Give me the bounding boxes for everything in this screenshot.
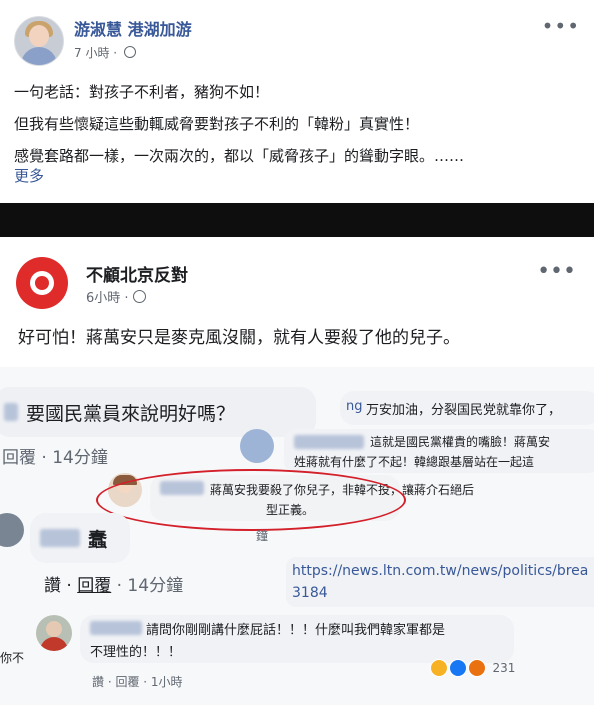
like-reaction-icon <box>448 659 467 677</box>
wow-reaction-icon <box>467 659 486 677</box>
link-preview: https://news.ltn.com.tw/news/politics/br… <box>286 557 594 607</box>
link-url: https://news.ltn.com.tw/news/politics/br… <box>292 563 589 579</box>
commenter-avatar <box>36 615 72 651</box>
attached-screenshot[interactable]: 不顧北京反對 6小時 · ••• 好可怕！蔣萬安只是麥克風沒關，就有人要殺了他的… <box>0 237 594 705</box>
commenter-avatar <box>0 513 24 547</box>
shared-post-card: 不顧北京反對 6小時 · ••• 好可怕！蔣萬安只是麥克風沒關，就有人要殺了他的… <box>0 237 594 367</box>
comment-meta: 讚 · 回覆 · 14分鐘 <box>44 576 184 596</box>
comment-bubble: 這就是國民黨權貴的嘴臉！蔣萬安 姓蔣就有什麼了不起！韓總跟基層站在一起這 <box>284 429 594 473</box>
post-time[interactable]: 7 小時 · <box>74 46 117 60</box>
post-timestamp[interactable]: 7 小時 · <box>74 44 136 61</box>
comment-text: 請問你剛剛講什麼屁話！！！什麼叫我們韓家軍都是 <box>146 623 446 638</box>
comment-text: 要國民黨員來說明好嗎？ <box>26 403 236 425</box>
page-name: 不顧北京反對 <box>86 266 188 286</box>
comment-text: 不理性的！！！ <box>90 645 182 660</box>
comment-meta: 讚 · 回覆 · 1小時 <box>92 675 183 689</box>
page-time: 6小時 · <box>86 287 146 306</box>
comment-text: 万安加油，分裂国民党就靠你了， <box>366 403 562 418</box>
author-name[interactable]: 游淑慧 港湖加游 <box>74 16 192 40</box>
post-header: 游淑慧 港湖加游 7 小時 · ••• <box>0 0 594 68</box>
more-horizontal-icon: ••• <box>537 259 576 284</box>
comment-text: 這就是國民黨權貴的嘴臉！蔣萬安 <box>370 435 551 449</box>
comment-bubble: 要國民黨員來說明好嗎？ <box>0 387 316 437</box>
reaction-summary: 231 <box>430 659 515 677</box>
globe-icon <box>123 46 136 58</box>
haha-reaction-icon <box>430 659 448 677</box>
link-url: 3184 <box>292 585 328 601</box>
shared-post-text: 好可怕！蔣萬安只是麥克風沒關，就有人要殺了他的兒子。 <box>18 328 460 348</box>
image-top-border <box>0 203 594 237</box>
kmt-logo-icon <box>16 257 68 309</box>
comment-time: · 14分鐘 <box>116 576 184 596</box>
like-link: 讚 <box>44 576 61 596</box>
red-annotation-circle <box>96 469 406 531</box>
comment-time: 鐘 <box>256 529 269 543</box>
comment-meta: 回覆 · 14分鐘 <box>2 448 108 468</box>
post-body: 一句老話：對孩子不利者，豬狗不如！ 但我有些懷疑這些動輒威脅要對孩子不利的「韓粉… <box>14 76 580 186</box>
post-line: 一句老話：對孩子不利者，豬狗不如！ <box>14 83 270 101</box>
more-horizontal-icon[interactable]: ••• <box>542 14 580 38</box>
comment-bubble: 蠢 <box>30 513 130 563</box>
commenter-avatar <box>240 429 274 463</box>
comment-text: 姓蔣就有什麼了不起！韓總跟基層站在一起這 <box>294 455 535 469</box>
author-avatar[interactable] <box>14 16 64 66</box>
comment-text: 你不 <box>0 651 25 665</box>
globe-icon <box>132 290 146 303</box>
reaction-count: 231 <box>492 660 516 675</box>
comment-bubble: ng 万安加油，分裂国民党就靠你了， <box>340 391 594 425</box>
see-more-link[interactable]: 更多 <box>14 167 44 185</box>
reply-link: 回覆 <box>77 576 112 596</box>
comment-bubble: 請問你剛剛講什麼屁話！！！什麼叫我們韓家軍都是 不理性的！！！ <box>80 615 514 663</box>
commenter-name: 蠢 <box>88 529 108 551</box>
post-line: 但我有些懷疑這些動輒威脅要對孩子不利的「韓粉」真實性！ <box>14 115 420 133</box>
